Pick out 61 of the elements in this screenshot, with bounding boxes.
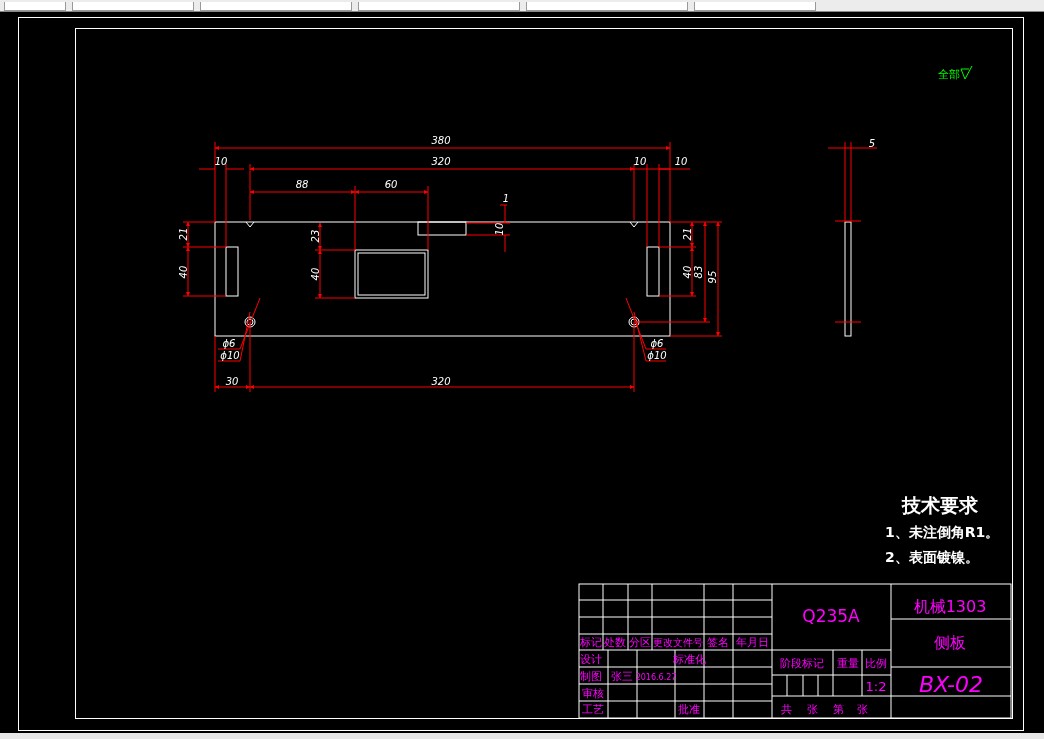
dropdown-field[interactable]: [694, 2, 816, 12]
title-block-text: 侧板: [934, 633, 966, 653]
dimension-label: 380: [431, 135, 451, 147]
dimension-label: 95: [707, 270, 718, 284]
title-block-text: 张: [856, 703, 868, 717]
dimension-label: 40: [178, 265, 189, 279]
dimension-label: ϕ6: [222, 338, 236, 350]
dimension-label: 40: [682, 265, 693, 279]
dimension-label: 10: [214, 156, 228, 168]
dropdown-field[interactable]: [72, 2, 194, 12]
dimension-label: 83: [693, 265, 704, 279]
dimension-label: 320: [431, 376, 451, 388]
title-block-text: 1:2: [865, 679, 887, 695]
title-block-text: 处数: [604, 636, 626, 650]
dimension-label: 21: [178, 227, 189, 241]
title-block-text: 审核: [582, 687, 604, 701]
title-block-text: 张: [806, 703, 818, 717]
dimension-label: 5: [868, 138, 876, 150]
title-block-text: 比例: [865, 657, 887, 671]
dropdown-field[interactable]: [526, 2, 688, 12]
dimension-label: ϕ10: [220, 350, 240, 362]
title-block-text: 标准化: [672, 653, 706, 667]
dimension-label: 40: [310, 267, 321, 281]
drawing-number: BX-02: [918, 672, 984, 698]
title-block-text: 批准: [678, 703, 700, 717]
dimension-label: 320: [431, 156, 451, 168]
title-block-text: 签名: [707, 636, 729, 650]
title-block-text: 工艺: [582, 703, 604, 717]
dimension-label: ϕ6: [650, 338, 664, 350]
title-block-text: 阶段标记: [780, 657, 824, 671]
title-block-text: 重量: [837, 657, 859, 671]
title-block-text: 张三: [611, 670, 633, 684]
dropdown-field[interactable]: [200, 2, 352, 12]
title-block-text: 共: [780, 703, 792, 717]
dimension-label: 30: [225, 376, 239, 388]
requirements-title: 技术要求: [902, 494, 978, 517]
title-block-text: 标记: [580, 636, 602, 650]
title-block-text: 年月日: [735, 636, 769, 650]
title-block-text: 机械1303: [913, 597, 987, 617]
dimension-label: 88: [295, 179, 309, 191]
dimension-label: 10: [674, 156, 688, 168]
requirement-item: 2、表面镀镍。: [885, 549, 979, 566]
dimension-label: ϕ10: [647, 350, 667, 362]
title-block-text: Q235A: [802, 606, 860, 627]
title-block-text: 制图: [580, 670, 602, 684]
title-block-text: 分区: [629, 636, 651, 650]
dropdown-field[interactable]: [4, 2, 66, 12]
title-block-text: 设计: [580, 653, 602, 667]
roughness-symbol-icon: [960, 65, 973, 80]
title-block-text: 第: [832, 703, 844, 717]
dimension-label: 1: [502, 193, 510, 205]
dimension-label: 60: [384, 179, 398, 191]
dimension-label: 23: [310, 229, 321, 243]
title-block-text: 更改文件号: [653, 637, 703, 649]
dimension-label: 10: [494, 222, 505, 236]
title-block-text: 2016.6.27: [635, 673, 677, 683]
dimension-label: 21: [682, 227, 693, 241]
surface-note: 全部: [938, 68, 960, 82]
dropdown-field[interactable]: [358, 2, 520, 12]
requirement-item: 1、未注倒角R1。: [885, 524, 1000, 541]
dimension-label: 10: [633, 156, 647, 168]
